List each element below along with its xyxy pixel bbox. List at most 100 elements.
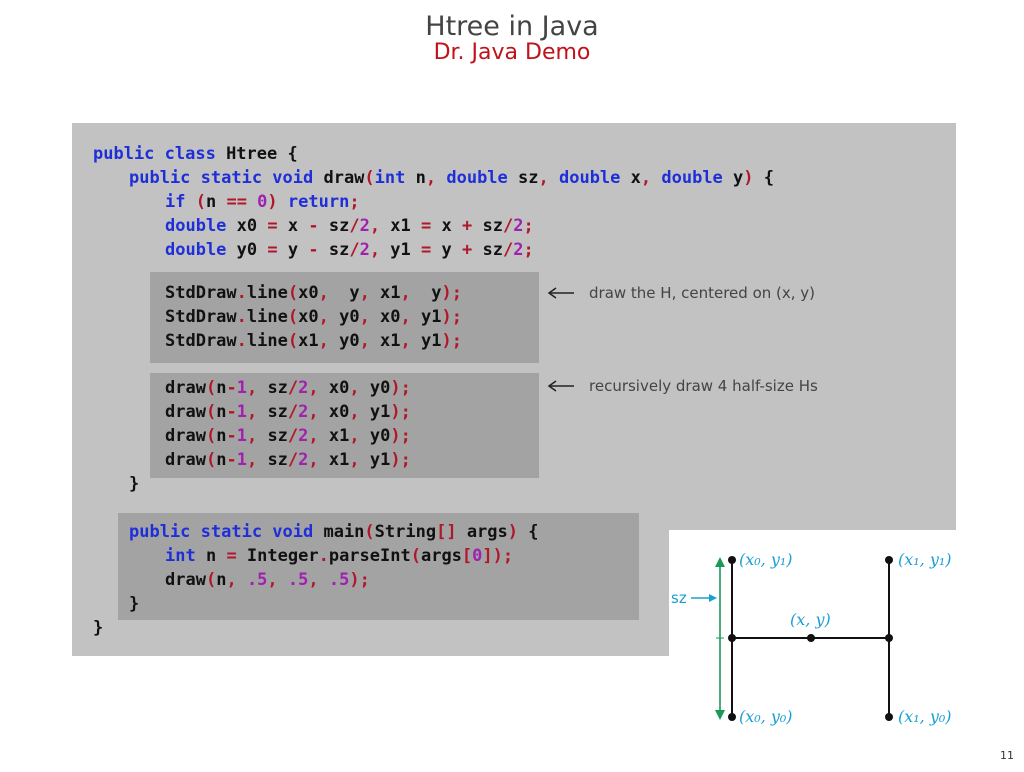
code-text: } xyxy=(129,594,140,614)
code-operator: ); xyxy=(390,426,411,446)
code-operator: / xyxy=(349,216,360,236)
code-text: draw xyxy=(313,168,365,188)
code-number: 0 xyxy=(472,546,483,566)
point-x0-y1 xyxy=(728,556,736,564)
code-listing: public class Htree { public static void … xyxy=(0,0,774,640)
code-text: draw xyxy=(165,402,206,422)
code-text: y xyxy=(722,168,744,188)
code-text: { xyxy=(753,168,775,188)
code-text: } xyxy=(129,474,140,494)
code-operator: , xyxy=(246,450,258,470)
code-text: n xyxy=(216,402,227,422)
code-line-10: draw(n-1, sz/2, x0, y1); xyxy=(165,402,411,422)
code-text: args xyxy=(456,522,508,542)
code-text: Htree { xyxy=(215,144,298,164)
code-operator: ); xyxy=(441,307,462,327)
htree-diagram: sz (x₀, y₁) (x₁, y₁) (x, y) (x₀, y₀) (x₁… xyxy=(669,530,1024,768)
code-number: 1 xyxy=(236,378,247,398)
code-operator: , xyxy=(640,168,652,188)
code-text: y1 xyxy=(359,402,391,422)
code-operator: / xyxy=(287,426,299,446)
code-operator: ( xyxy=(205,402,217,422)
code-operator: = xyxy=(226,546,237,566)
code-operator: ; xyxy=(523,216,534,236)
code-text: sz xyxy=(257,426,288,446)
code-operator: [] xyxy=(436,522,457,542)
code-text: draw xyxy=(165,570,206,590)
code-text: y xyxy=(328,283,360,303)
code-operator: , xyxy=(349,426,360,446)
code-operator: ( xyxy=(205,426,217,446)
code-text: StdDraw xyxy=(165,331,237,351)
code-operator: ( xyxy=(205,378,217,398)
code-text: y0 xyxy=(226,240,268,260)
code-operator: , xyxy=(359,331,370,351)
sz-label: sz xyxy=(671,589,687,607)
code-number: 2 xyxy=(359,216,370,236)
code-number: 2 xyxy=(513,240,524,260)
code-line-5: double y0 = y - sz/2, y1 = y + sz/2; xyxy=(165,240,534,260)
code-line-11: draw(n-1, sz/2, x1, y0); xyxy=(165,426,411,446)
code-number: 2 xyxy=(298,378,309,398)
slide-title: Htree in Java xyxy=(425,11,599,42)
code-operator: ; xyxy=(349,192,360,212)
code-keyword: int xyxy=(165,546,196,566)
code-operator: == xyxy=(226,192,247,212)
code-text: x1 xyxy=(369,283,401,303)
code-text: y0 xyxy=(328,331,360,351)
code-text: String xyxy=(374,522,437,542)
code-operator: - xyxy=(308,240,319,260)
code-text: x0 xyxy=(318,378,350,398)
code-keyword: public class xyxy=(93,144,216,164)
code-line-12: draw(n-1, sz/2, x1, y1); xyxy=(165,450,411,470)
code-operator: , xyxy=(359,307,370,327)
code-text: n xyxy=(216,570,227,590)
code-text: x0 xyxy=(226,216,268,236)
code-operator: ); xyxy=(390,450,411,470)
code-operator: , xyxy=(318,283,329,303)
code-keyword: return xyxy=(277,192,350,212)
code-operator: , xyxy=(425,168,437,188)
code-text: args xyxy=(420,546,462,566)
code-text: parseInt xyxy=(328,546,411,566)
code-operator: , xyxy=(349,450,360,470)
code-line-1: public class Htree { xyxy=(93,144,298,164)
point-x0-y0 xyxy=(728,713,736,721)
left-arrow-icon xyxy=(547,287,574,299)
code-operator: ( xyxy=(287,283,299,303)
slide-subtitle: Dr. Java Demo xyxy=(433,40,591,65)
code-text: x1 xyxy=(369,331,401,351)
code-text: draw xyxy=(165,450,206,470)
code-operator: , xyxy=(349,402,360,422)
code-text: n xyxy=(405,168,426,188)
code-operator: - xyxy=(226,402,237,422)
code-text: x0 xyxy=(369,307,401,327)
code-text: x1 xyxy=(318,450,350,470)
code-text: n xyxy=(216,378,227,398)
code-operator: - xyxy=(226,450,237,470)
code-text: n xyxy=(216,426,227,446)
code-line-3: if (n == 0) return; xyxy=(165,192,360,212)
code-text: sz xyxy=(507,168,539,188)
code-number: .5 xyxy=(277,570,309,590)
code-operator: , xyxy=(359,283,370,303)
code-operator: ); xyxy=(390,378,411,398)
code-number: 1 xyxy=(236,450,247,470)
code-operator: , xyxy=(308,402,319,422)
code-text: sz xyxy=(472,216,503,236)
code-operator: + xyxy=(461,240,473,260)
code-text: Integer xyxy=(236,546,319,566)
code-operator: , xyxy=(226,570,237,590)
code-operator: . xyxy=(318,546,329,566)
code-text: x1 xyxy=(318,426,350,446)
code-operator: ( xyxy=(287,307,299,327)
code-line-14: public static void main(String[] args) { xyxy=(129,522,539,542)
code-operator: / xyxy=(287,402,299,422)
code-operator: ); xyxy=(441,283,462,303)
code-operator: - xyxy=(308,216,319,236)
code-text: draw xyxy=(165,378,206,398)
code-keyword: public static void xyxy=(129,522,314,542)
code-text: y1 xyxy=(359,450,391,470)
code-text: x0 xyxy=(298,307,319,327)
code-operator: ( xyxy=(364,522,375,542)
